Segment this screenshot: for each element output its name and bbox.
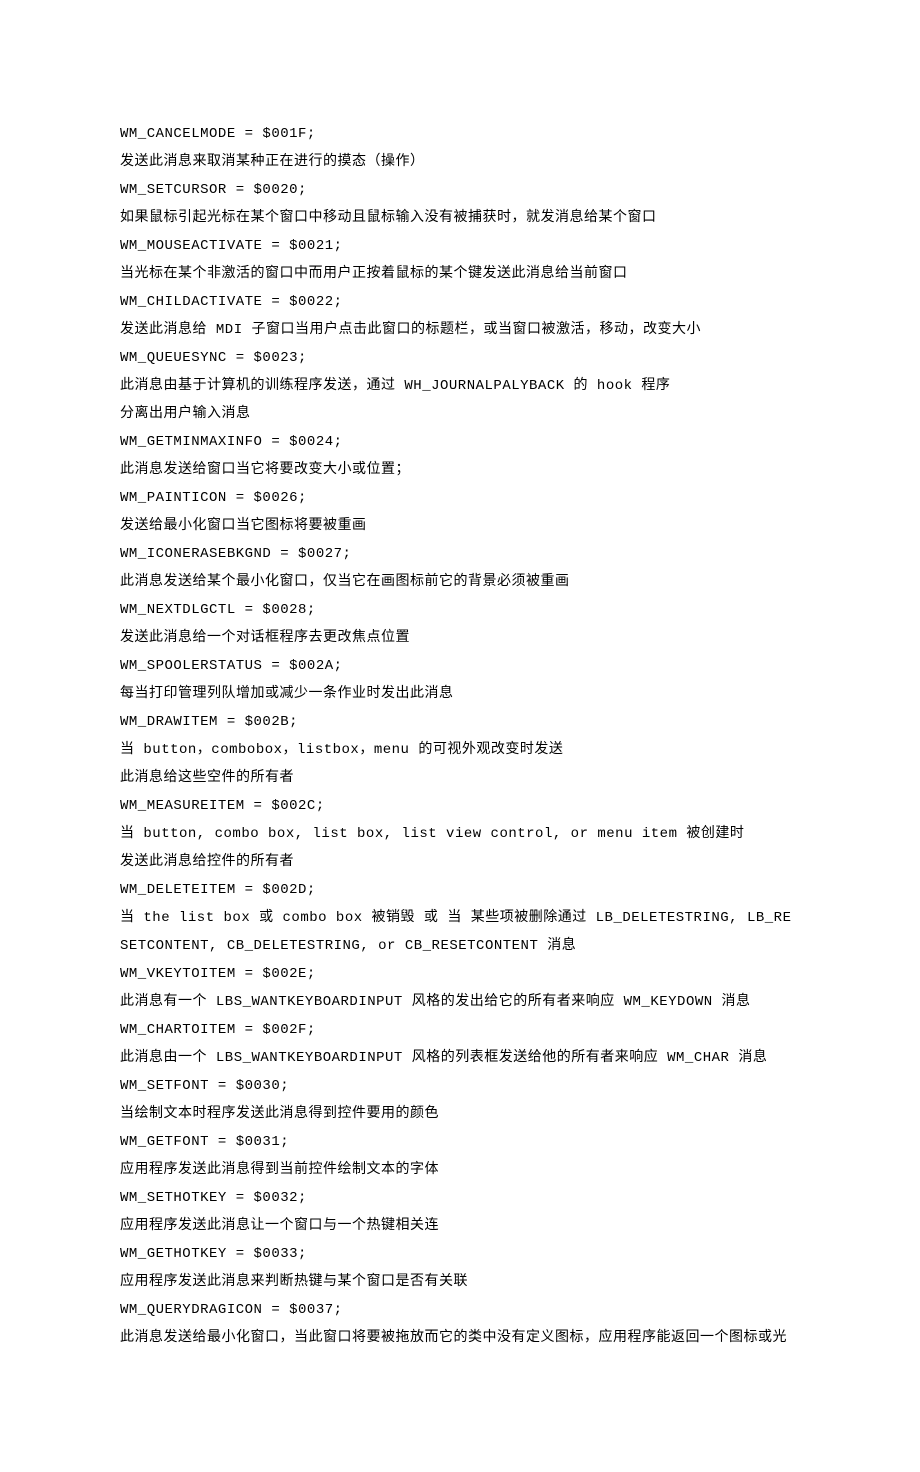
text-line: WM_GETMINMAXINFO = $0024; xyxy=(120,428,800,456)
text-line: 发送此消息给 MDI 子窗口当用户点击此窗口的标题栏，或当窗口被激活，移动，改变… xyxy=(120,316,800,344)
text-line: 当 button, combo box, list box, list view… xyxy=(120,820,800,848)
text-line: WM_ICONERASEBKGND = $0027; xyxy=(120,540,800,568)
text-line: 分离出用户输入消息 xyxy=(120,400,800,428)
text-line: WM_CHILDACTIVATE = $0022; xyxy=(120,288,800,316)
text-line: 每当打印管理列队增加或减少一条作业时发出此消息 xyxy=(120,680,800,708)
text-line: WM_SPOOLERSTATUS = $002A; xyxy=(120,652,800,680)
text-line: WM_GETFONT = $0031; xyxy=(120,1128,800,1156)
text-line: 此消息由基于计算机的训练程序发送，通过 WH_JOURNALPALYBACK 的… xyxy=(120,372,800,400)
document-content: WM_CANCELMODE = $001F;发送此消息来取消某种正在进行的摸态（… xyxy=(120,120,800,1352)
document-page: WM_CANCELMODE = $001F;发送此消息来取消某种正在进行的摸态（… xyxy=(0,0,920,1472)
text-line: WM_PAINTICON = $0026; xyxy=(120,484,800,512)
text-line: WM_SETHOTKEY = $0032; xyxy=(120,1184,800,1212)
text-line: WM_DELETEITEM = $002D; xyxy=(120,876,800,904)
text-line: WM_CANCELMODE = $001F; xyxy=(120,120,800,148)
text-line: WM_QUEUESYNC = $0023; xyxy=(120,344,800,372)
text-line: WM_DRAWITEM = $002B; xyxy=(120,708,800,736)
text-line: WM_VKEYTOITEM = $002E; xyxy=(120,960,800,988)
text-line: WM_SETFONT = $0030; xyxy=(120,1072,800,1100)
text-line: 应用程序发送此消息让一个窗口与一个热键相关连 xyxy=(120,1212,800,1240)
text-line: WM_MEASUREITEM = $002C; xyxy=(120,792,800,820)
text-line: 发送给最小化窗口当它图标将要被重画 xyxy=(120,512,800,540)
text-line: 如果鼠标引起光标在某个窗口中移动且鼠标输入没有被捕获时，就发消息给某个窗口 xyxy=(120,204,800,232)
text-line: 发送此消息给一个对话框程序去更改焦点位置 xyxy=(120,624,800,652)
text-line: 当 the list box 或 combo box 被销毁 或 当 某些项被删… xyxy=(120,904,800,960)
text-line: 当光标在某个非激活的窗口中而用户正按着鼠标的某个键发送此消息给当前窗口 xyxy=(120,260,800,288)
text-line: 此消息给这些空件的所有者 xyxy=(120,764,800,792)
text-line: 当 button，combobox，listbox，menu 的可视外观改变时发… xyxy=(120,736,800,764)
text-line: 此消息发送给最小化窗口，当此窗口将要被拖放而它的类中没有定义图标，应用程序能返回… xyxy=(120,1324,800,1352)
text-line: 发送此消息给控件的所有者 xyxy=(120,848,800,876)
text-line: WM_NEXTDLGCTL = $0028; xyxy=(120,596,800,624)
text-line: WM_GETHOTKEY = $0033; xyxy=(120,1240,800,1268)
text-line: WM_SETCURSOR = $0020; xyxy=(120,176,800,204)
text-line: 此消息有一个 LBS_WANTKEYBOARDINPUT 风格的发出给它的所有者… xyxy=(120,988,800,1016)
text-line: 此消息发送给窗口当它将要改变大小或位置； xyxy=(120,456,800,484)
text-line: 此消息由一个 LBS_WANTKEYBOARDINPUT 风格的列表框发送给他的… xyxy=(120,1044,800,1072)
text-line: 应用程序发送此消息得到当前控件绘制文本的字体 xyxy=(120,1156,800,1184)
text-line: WM_CHARTOITEM = $002F; xyxy=(120,1016,800,1044)
text-line: 当绘制文本时程序发送此消息得到控件要用的颜色 xyxy=(120,1100,800,1128)
text-line: WM_QUERYDRAGICON = $0037; xyxy=(120,1296,800,1324)
text-line: WM_MOUSEACTIVATE = $0021; xyxy=(120,232,800,260)
text-line: 此消息发送给某个最小化窗口，仅当它在画图标前它的背景必须被重画 xyxy=(120,568,800,596)
text-line: 应用程序发送此消息来判断热键与某个窗口是否有关联 xyxy=(120,1268,800,1296)
text-line: 发送此消息来取消某种正在进行的摸态（操作） xyxy=(120,148,800,176)
